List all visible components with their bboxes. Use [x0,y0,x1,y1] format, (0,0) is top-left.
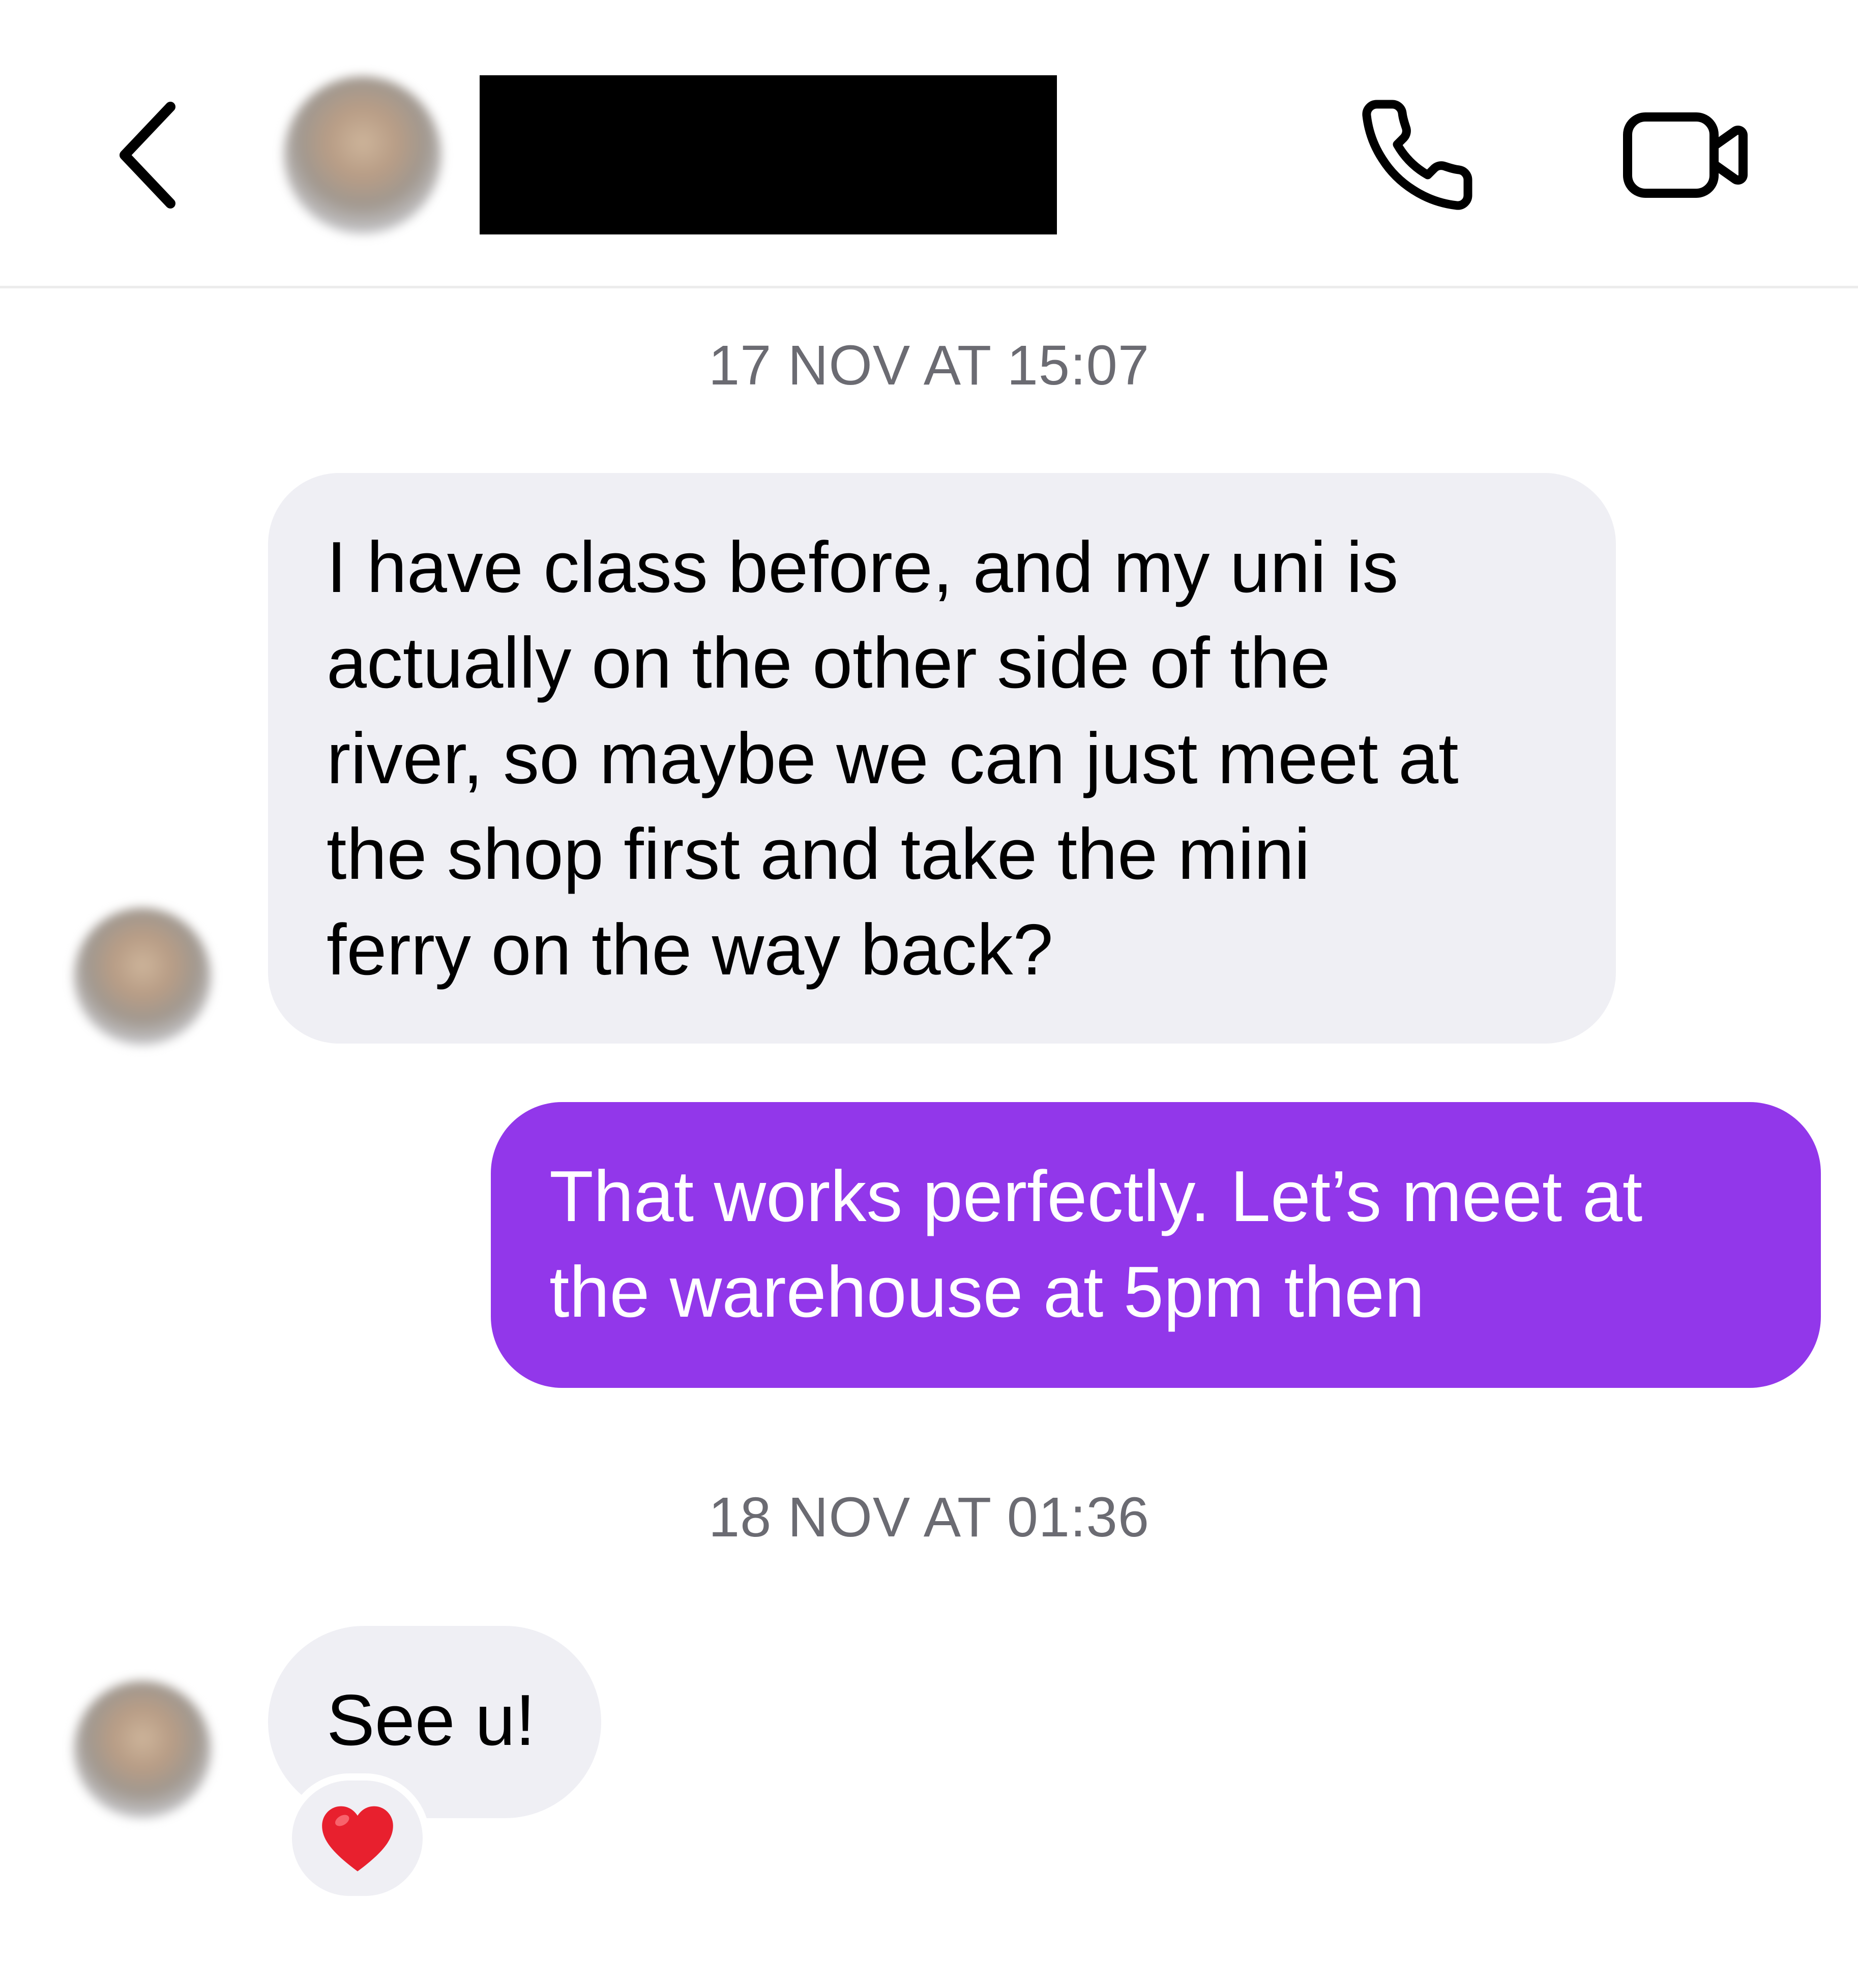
chat-header [0,0,1858,288]
heart-icon [321,1806,393,1872]
message-reaction[interactable] [285,1773,430,1903]
timestamp: 18 NOV AT 01:36 [708,1486,1150,1549]
video-call-button[interactable] [1620,94,1752,216]
outgoing-message-bubble[interactable]: That works perfectly. Let’s meet at the … [491,1102,1821,1388]
sender-avatar[interactable] [74,908,211,1045]
sender-avatar[interactable] [74,1681,211,1818]
message-text-line: See u! [327,1680,536,1761]
message-text-line: I have class before, and my uni is [327,527,1399,608]
phone-icon [1362,100,1472,210]
voice-call-button[interactable] [1358,94,1480,216]
message-text-line: ferry on the way back? [327,909,1053,990]
message-text-line: That works perfectly. Let’s meet at [549,1156,1643,1237]
chevron-left-icon [120,102,175,209]
contact-name-redacted[interactable] [480,75,1057,234]
message-text-line: the shop first and take the mini [327,814,1310,895]
incoming-message-bubble[interactable]: I have class before, and my uni is actua… [268,473,1616,1044]
message-text-line: the warehouse at 5pm then [549,1252,1425,1332]
contact-avatar[interactable] [284,76,441,234]
timestamp: 17 NOV AT 15:07 [708,334,1150,397]
message-text-line: actually on the other side of the [327,622,1331,703]
back-button[interactable] [109,97,186,214]
message-text-line: river, so maybe we can just meet at [327,718,1459,799]
video-camera-icon [1623,112,1748,198]
